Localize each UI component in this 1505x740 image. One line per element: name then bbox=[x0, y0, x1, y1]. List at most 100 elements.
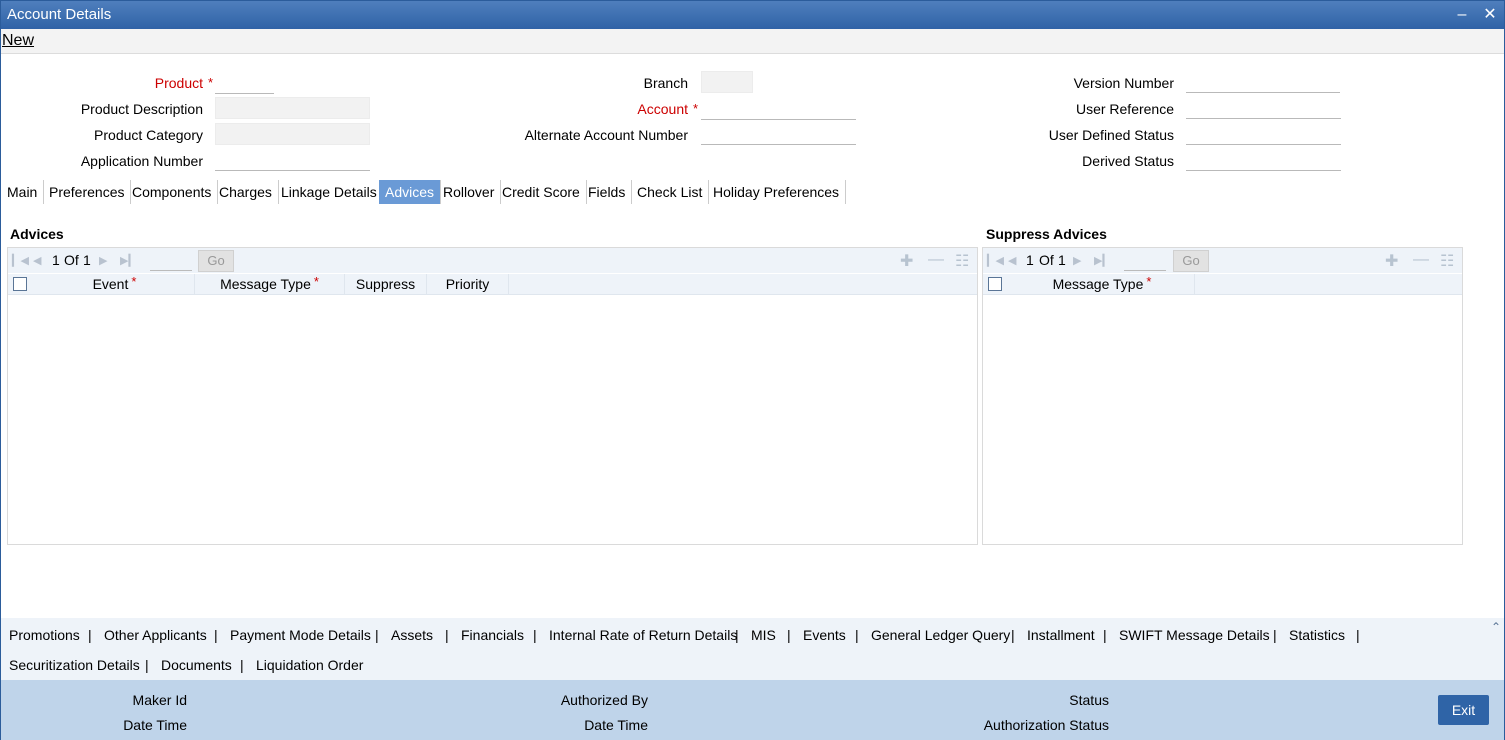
tab-fields[interactable]: Fields bbox=[582, 180, 633, 204]
link-separator: | bbox=[787, 627, 791, 643]
next-page-icon[interactable]: ▶ bbox=[99, 254, 107, 267]
sub-screen-links: ⌃ Promotions | Other Applicants | Paymen… bbox=[1, 618, 1504, 680]
product-description-field bbox=[215, 97, 370, 119]
version-number-label: Version Number bbox=[1073, 75, 1174, 91]
go-button[interactable]: Go bbox=[1173, 250, 1209, 272]
single-view-icon[interactable]: ☷ bbox=[1440, 251, 1454, 271]
maker-date-time-label: Date Time bbox=[123, 717, 187, 733]
advices-grid: ▎◀ ◀ 1 Of 1 ▶ ▶▎ Go ✚ — ☷ Event * Message… bbox=[7, 247, 978, 545]
link-financials[interactable]: Financials bbox=[461, 627, 524, 643]
product-label: Product bbox=[154, 75, 203, 91]
total-pages: 1 bbox=[83, 252, 91, 268]
link-separator: | bbox=[88, 627, 92, 643]
account-input[interactable] bbox=[701, 98, 856, 120]
account-label: Account bbox=[637, 101, 688, 117]
link-swift-message-details[interactable]: SWIFT Message Details bbox=[1119, 627, 1270, 643]
link-payment-mode-details[interactable]: Payment Mode Details bbox=[230, 627, 371, 643]
select-all-checkbox[interactable] bbox=[13, 277, 27, 291]
link-statistics[interactable]: Statistics bbox=[1289, 627, 1345, 643]
link-other-applicants[interactable]: Other Applicants bbox=[104, 627, 207, 643]
total-pages: 1 bbox=[1058, 252, 1066, 268]
tab-preferences[interactable]: Preferences bbox=[43, 180, 132, 204]
link-separator: | bbox=[145, 657, 149, 673]
authorization-status-label: Authorization Status bbox=[983, 717, 1109, 733]
link-separator: | bbox=[1273, 627, 1277, 643]
tab-rollover[interactable]: Rollover bbox=[437, 180, 502, 204]
page-of-label: Of bbox=[1039, 252, 1054, 268]
last-page-icon[interactable]: ▶▎ bbox=[120, 254, 137, 267]
priority-column-header: Priority bbox=[427, 274, 509, 295]
title-bar: Account Details – ✕ bbox=[1, 1, 1504, 29]
suppress-column-header: Suppress bbox=[345, 274, 427, 295]
application-number-input[interactable] bbox=[215, 149, 370, 171]
checker-date-time-label: Date Time bbox=[584, 717, 648, 733]
message-type-column-header: Message Type * bbox=[1010, 274, 1195, 295]
page-number-input[interactable] bbox=[1124, 251, 1166, 271]
link-general-ledger-query[interactable]: General Ledger Query bbox=[871, 627, 1010, 643]
current-page: 1 bbox=[52, 252, 60, 268]
next-page-icon[interactable]: ▶ bbox=[1073, 254, 1081, 267]
tab-main[interactable]: Main bbox=[1, 180, 45, 204]
suppress-advices-title: Suppress Advices bbox=[986, 226, 1107, 242]
link-events[interactable]: Events bbox=[803, 627, 846, 643]
current-page: 1 bbox=[1026, 252, 1034, 268]
delete-row-icon[interactable]: — bbox=[928, 251, 944, 269]
link-separator: | bbox=[735, 627, 739, 643]
tab-holiday-preferences[interactable]: Holiday Preferences bbox=[707, 180, 847, 204]
close-icon[interactable]: ✕ bbox=[1480, 5, 1500, 25]
link-separator: | bbox=[855, 627, 859, 643]
link-separator: | bbox=[1103, 627, 1107, 643]
product-category-field bbox=[215, 123, 370, 145]
tab-charges[interactable]: Charges bbox=[213, 180, 279, 204]
link-securitization-details[interactable]: Securitization Details bbox=[9, 657, 140, 673]
first-page-icon[interactable]: ▎◀ bbox=[987, 254, 1004, 267]
derived-status-label: Derived Status bbox=[1082, 153, 1174, 169]
link-assets[interactable]: Assets bbox=[391, 627, 433, 643]
exit-button[interactable]: Exit bbox=[1438, 695, 1489, 725]
alternate-account-number-input[interactable] bbox=[701, 123, 856, 145]
first-page-icon[interactable]: ▎◀ bbox=[12, 254, 29, 267]
link-separator: | bbox=[533, 627, 537, 643]
advices-title: Advices bbox=[10, 226, 64, 242]
branch-field bbox=[701, 71, 753, 93]
user-reference-field[interactable] bbox=[1186, 97, 1341, 119]
link-separator: | bbox=[1011, 627, 1015, 643]
previous-page-icon[interactable]: ◀ bbox=[1008, 254, 1016, 267]
page-number-input[interactable] bbox=[150, 251, 192, 271]
tab-check-list[interactable]: Check List bbox=[631, 180, 710, 204]
previous-page-icon[interactable]: ◀ bbox=[33, 254, 41, 267]
link-installment[interactable]: Installment bbox=[1027, 627, 1095, 643]
tab-advices[interactable]: Advices bbox=[379, 180, 442, 204]
add-row-icon[interactable]: ✚ bbox=[900, 251, 913, 271]
window-title: Account Details bbox=[7, 6, 112, 23]
user-defined-status-field[interactable] bbox=[1186, 123, 1341, 145]
product-input[interactable] bbox=[215, 72, 274, 94]
new-link[interactable]: New bbox=[2, 32, 34, 50]
link-internal-rate-of-return-details[interactable]: Internal Rate of Return Details bbox=[549, 627, 737, 643]
tab-components[interactable]: Components bbox=[126, 180, 219, 204]
required-marker: * bbox=[208, 75, 214, 90]
account-details-window: Account Details – ✕ New Product * Produc… bbox=[0, 0, 1505, 740]
authorized-by-label: Authorized By bbox=[560, 692, 648, 708]
link-separator: | bbox=[375, 627, 379, 643]
collapse-icon[interactable]: ⌃ bbox=[1491, 620, 1501, 634]
go-button[interactable]: Go bbox=[198, 250, 234, 272]
tab-linkage-details[interactable]: Linkage Details bbox=[275, 180, 384, 204]
select-all-checkbox[interactable] bbox=[988, 277, 1002, 291]
page-of-label: Of bbox=[64, 252, 79, 268]
derived-status-field[interactable] bbox=[1186, 149, 1341, 171]
link-documents[interactable]: Documents bbox=[161, 657, 232, 673]
link-mis[interactable]: MIS bbox=[751, 627, 776, 643]
link-liquidation-order[interactable]: Liquidation Order bbox=[256, 657, 363, 673]
version-number-field[interactable] bbox=[1186, 71, 1340, 93]
delete-row-icon[interactable]: — bbox=[1413, 251, 1429, 269]
product-description-label: Product Description bbox=[80, 101, 203, 117]
link-promotions[interactable]: Promotions bbox=[9, 627, 80, 643]
minimize-icon[interactable]: – bbox=[1452, 5, 1472, 25]
branch-label: Branch bbox=[643, 75, 688, 91]
tab-credit-score[interactable]: Credit Score bbox=[496, 180, 587, 204]
menu-bar: New bbox=[1, 29, 1504, 54]
add-row-icon[interactable]: ✚ bbox=[1385, 251, 1398, 271]
last-page-icon[interactable]: ▶▎ bbox=[1094, 254, 1111, 267]
single-view-icon[interactable]: ☷ bbox=[955, 251, 969, 271]
